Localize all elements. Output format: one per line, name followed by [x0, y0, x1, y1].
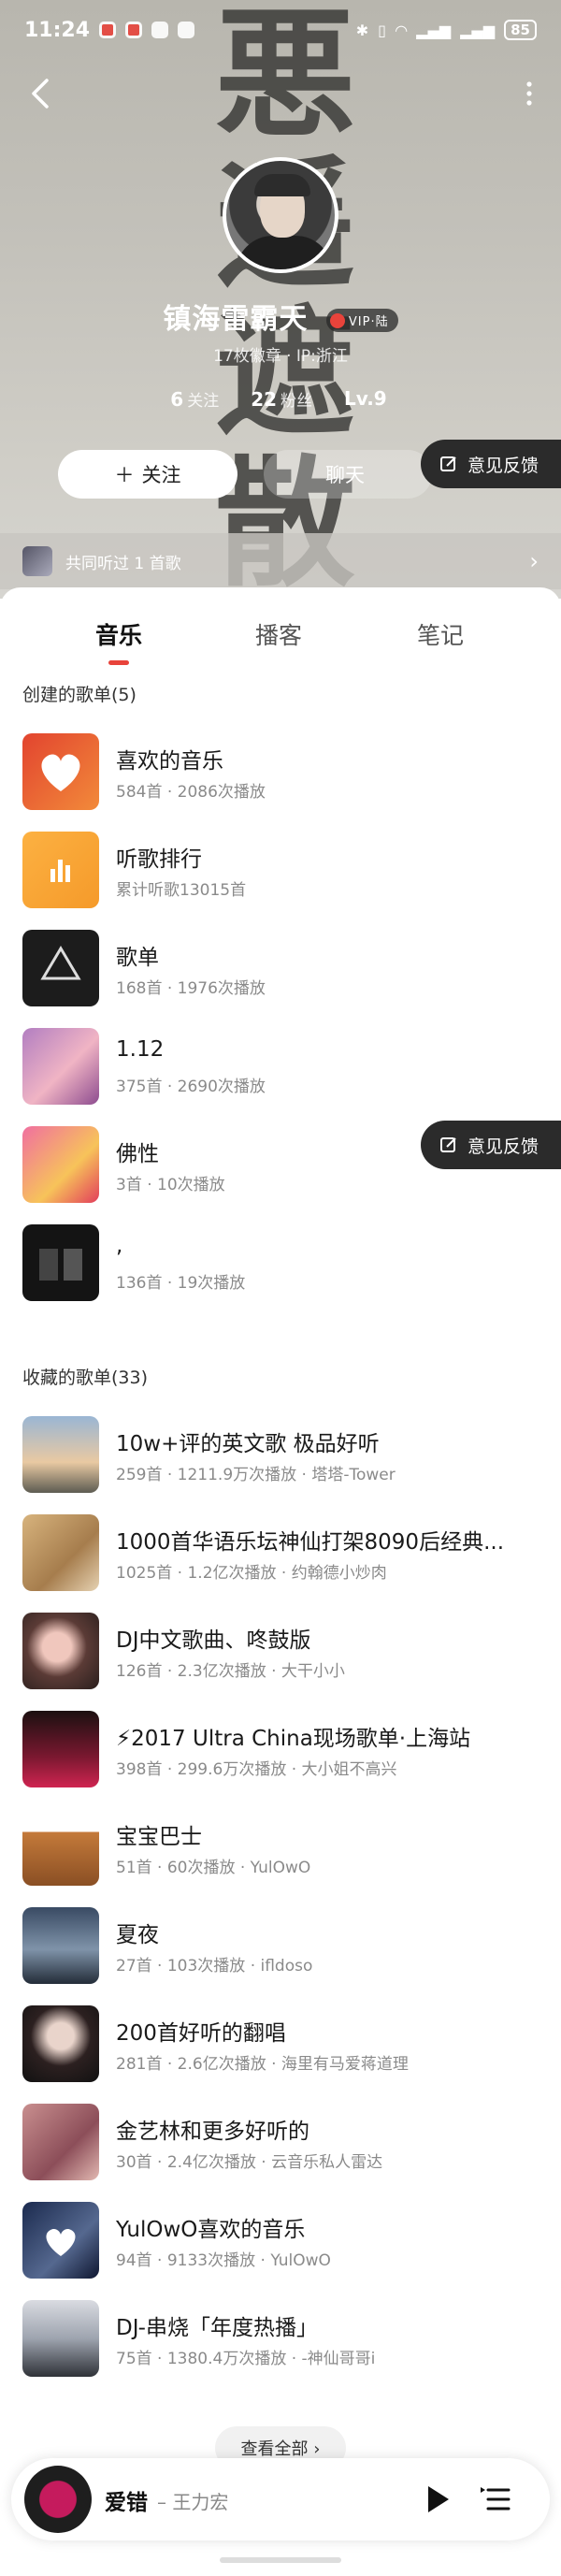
- back-icon[interactable]: [24, 77, 58, 110]
- chat-button[interactable]: 聊天: [264, 450, 432, 499]
- album-disc[interactable]: [24, 2466, 92, 2533]
- signal-icon: ▂▄▆: [416, 21, 452, 39]
- vibrate-icon: ▯: [378, 21, 386, 39]
- more-icon[interactable]: [520, 77, 539, 110]
- edit-icon: [440, 1137, 456, 1152]
- playlist-queue-icon[interactable]: [479, 2482, 512, 2516]
- playlist-item[interactable]: 金艺林和更多好听的 30首 · 2.4亿次播放 · 云音乐私人雷达: [22, 2104, 539, 2180]
- vip-icon: [329, 312, 345, 328]
- profile-header: 悪 遥 遮 散 11:24 ✱ ▯ ◠ ▂▄▆ ▂▄▆ 85: [0, 0, 561, 599]
- playlist-item[interactable]: DJ-串烧「年度热播」 75首 · 1380.4万次播放 · -神仙哥哥i: [22, 2300, 539, 2377]
- follow-button[interactable]: ＋ 关注: [58, 450, 237, 499]
- tab-music[interactable]: 音乐: [95, 617, 142, 651]
- playlist-cover: [22, 1126, 99, 1203]
- bar-chart-icon: [50, 860, 70, 882]
- profile-meta[interactable]: 17枚徽章 · IP:浙江: [0, 342, 561, 366]
- status-time: 11:24: [24, 18, 91, 42]
- vip-badge[interactable]: VIP·陆: [325, 309, 398, 332]
- playlist-item[interactable]: 宝宝巴士 51首 · 60次播放 · YulOwO: [22, 1809, 539, 1886]
- playlist-cover: [22, 832, 99, 908]
- playlist-cover: [22, 2300, 99, 2377]
- feedback-button-floating[interactable]: 意见反馈: [421, 1121, 561, 1169]
- playlist-cover: [22, 1514, 99, 1591]
- stat-level[interactable]: Lv.9: [344, 387, 391, 411]
- created-playlists-title: 创建的歌单(5): [22, 685, 137, 705]
- plus-icon: ＋: [114, 464, 135, 486]
- battery-icon: 85: [504, 20, 537, 40]
- home-indicator: [220, 2557, 341, 2563]
- playlist-item[interactable]: 1000首华语乐坛神仙打架8090后经典... 1025首 · 1.2亿次播放 …: [22, 1514, 539, 1591]
- playlist-cover: [22, 733, 99, 810]
- play-icon[interactable]: [421, 2482, 454, 2516]
- stat-following[interactable]: 6 关注: [170, 387, 219, 411]
- nfc-icon: [151, 22, 169, 38]
- common-songs-thumb: [22, 546, 52, 576]
- playlist-cover: [22, 2005, 99, 2082]
- collected-playlists-title: 收藏的歌单(33): [22, 1368, 149, 1388]
- common-songs-bar[interactable]: 共同听过 1 首歌 ›: [0, 533, 561, 589]
- alarm-icon: [178, 22, 195, 38]
- playlist-cover: [22, 1907, 99, 1984]
- mini-player[interactable]: 爱错 – 王力宏: [11, 2458, 550, 2540]
- playlist-cover: [22, 1028, 99, 1105]
- player-artist: – 王力宏: [157, 2491, 229, 2513]
- tab-bar: 音乐 播客 笔记: [0, 610, 561, 666]
- feedback-button[interactable]: 意见反馈: [421, 440, 561, 488]
- content-sheet: 音乐 播客 笔记 创建的歌单(5) 喜欢的音乐 584首 · 2086次播放 听…: [0, 587, 561, 2576]
- playlist-item[interactable]: 10w+评的英文歌 极品好听 259首 · 1211.9万次播放 · 塔塔-To…: [22, 1416, 539, 1493]
- playlist-item[interactable]: YulOwO喜欢的音乐 94首 · 9133次播放 · YulOwO: [22, 2202, 539, 2279]
- wifi-icon: ◠: [395, 21, 408, 39]
- playlist-item[interactable]: DJ中文歌曲、咚鼓版 126首 · 2.3亿次播放 · 大干小小: [22, 1613, 539, 1689]
- playlist-cover: [22, 1613, 99, 1689]
- playlist-cover: [22, 1224, 99, 1301]
- player-song-title: 爱错: [105, 2491, 148, 2515]
- playlist-cover: [22, 1711, 99, 1787]
- stat-followers[interactable]: 22 粉丝: [251, 387, 312, 411]
- playlist-cover: [22, 1416, 99, 1493]
- tab-notes[interactable]: 笔记: [417, 617, 464, 651]
- username: 镇海雷霸天 VIP·陆: [0, 296, 561, 337]
- chevron-right-icon: ›: [529, 548, 539, 574]
- playlist-item[interactable]: 听歌排行 累计听歌13015首: [22, 832, 539, 908]
- status-bar: 11:24 ✱ ▯ ◠ ▂▄▆ ▂▄▆ 85: [0, 0, 561, 60]
- playlist-cover: [22, 2202, 99, 2279]
- avatar[interactable]: [223, 157, 338, 273]
- playlist-cover: [22, 1809, 99, 1886]
- tab-podcast[interactable]: 播客: [255, 617, 302, 651]
- app-notification-icon: [125, 22, 143, 38]
- profile-stats: 6 关注 22 粉丝 Lv.9: [0, 387, 561, 411]
- tab-indicator: [108, 660, 129, 665]
- signal-icon-2: ▂▄▆: [460, 21, 496, 39]
- playlist-item[interactable]: 200首好听的翻唱 281首 · 2.6亿次播放 · 海里有马爱蒋道理: [22, 2005, 539, 2082]
- playlist-item[interactable]: , 136首 · 19次播放: [22, 1224, 539, 1301]
- playlist-item[interactable]: 喜欢的音乐 584首 · 2086次播放: [22, 733, 539, 810]
- app-notification-icon: [99, 22, 117, 38]
- playlist-cover: [22, 930, 99, 1006]
- playlist-item[interactable]: 歌单 168首 · 1976次播放: [22, 930, 539, 1006]
- playlist-item[interactable]: ⚡2017 Ultra China现场歌单·上海站 398首 · 299.6万次…: [22, 1711, 539, 1787]
- bluetooth-icon: ✱: [355, 21, 369, 39]
- playlist-item[interactable]: 1.12 375首 · 2690次播放: [22, 1028, 539, 1105]
- playlist-item[interactable]: 夏夜 27首 · 103次播放 · ifldoso: [22, 1907, 539, 1984]
- playlist-cover: [22, 2104, 99, 2180]
- edit-icon: [440, 456, 456, 471]
